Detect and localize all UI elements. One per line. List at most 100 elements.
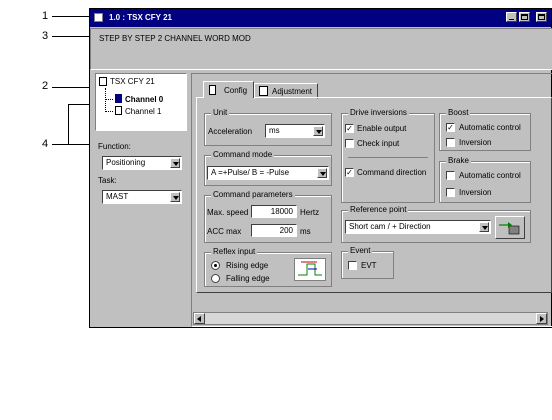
adjustment-icon (259, 86, 268, 96)
task-value: MAST (106, 192, 129, 201)
command-direction-checkbox[interactable]: ✓ (345, 168, 354, 177)
acceleration-unit-select[interactable]: ms (265, 124, 325, 138)
arrow-left-icon (197, 316, 201, 322)
evt-checkbox[interactable] (348, 261, 357, 270)
scroll-right-button[interactable] (536, 313, 547, 324)
command-mode-group: Command mode A =+Pulse/ B = -Pulse (204, 150, 332, 186)
window-app-icon[interactable] (94, 13, 103, 22)
channel-icon (115, 106, 122, 115)
arrow-right-icon (540, 316, 544, 322)
evt-label: EVT (361, 261, 377, 270)
tree-channel-1[interactable]: Channel 1 (125, 107, 161, 116)
chevron-down-icon[interactable] (170, 192, 180, 202)
check-input-checkbox[interactable] (345, 139, 354, 148)
command-mode-select[interactable]: A =+Pulse/ B = -Pulse (207, 166, 329, 180)
tab-config-label: Config (224, 86, 248, 95)
command-direction-label: Command direction (357, 168, 427, 177)
window-title: 1.0 : TSX CFY 21 (109, 13, 172, 22)
boost-auto-label: Automatic control (459, 123, 521, 132)
callout-line-1 (52, 16, 90, 17)
signal-edge-icon (298, 261, 322, 276)
callout-4: 4 (42, 138, 49, 150)
acceleration-label: Acceleration (208, 127, 253, 136)
callout-1: 1 (42, 10, 49, 22)
module-icon (99, 77, 107, 86)
boost-inversion-label: Inversion (459, 138, 492, 147)
reference-point-title: Reference point (348, 205, 409, 214)
callout-bracket-bottom-4 (68, 144, 90, 145)
task-label: Task: (98, 176, 117, 185)
acc-max-input[interactable]: 200 (251, 224, 297, 237)
window-titlebar[interactable]: 1.0 : TSX CFY 21 (90, 9, 551, 27)
reference-point-select[interactable]: Short cam / + Direction (345, 220, 491, 234)
callout-line-4 (52, 144, 68, 145)
brake-title: Brake (446, 156, 471, 165)
max-speed-unit: Hertz (300, 208, 320, 217)
tree-branch-0 (105, 99, 113, 100)
function-select[interactable]: Positioning (102, 156, 182, 170)
brake-auto-checkbox[interactable] (446, 171, 455, 180)
callout-bracket-top-4 (68, 104, 90, 105)
boost-auto-checkbox[interactable]: ✓ (446, 123, 455, 132)
minimize-button[interactable] (506, 12, 517, 22)
config-icon (209, 85, 216, 95)
callout-line-3 (52, 36, 90, 37)
enable-output-label: Enable output (357, 124, 407, 133)
function-value: Positioning (106, 158, 146, 167)
module-description: STEP BY STEP 2 CHANNEL WORD MOD (99, 34, 251, 43)
reference-point-group: Reference point Short cam / + Direction (341, 205, 531, 243)
horizontal-scrollbar[interactable] (193, 312, 548, 325)
edge-diagram-icon (294, 258, 326, 281)
command-params-group: Command parameters Max. speed 18000 Hert… (204, 190, 332, 243)
tree-branch-1 (105, 111, 113, 112)
rising-edge-radio[interactable] (211, 261, 220, 270)
boost-inversion-checkbox[interactable] (446, 138, 455, 147)
falling-edge-radio[interactable] (211, 274, 220, 283)
brake-inversion-label: Inversion (459, 188, 492, 197)
cam-position-icon (499, 222, 520, 235)
maximize-icon (521, 14, 528, 20)
command-mode-value: A =+Pulse/ B = -Pulse (211, 168, 290, 177)
chevron-down-icon[interactable] (479, 222, 489, 232)
module-tree: TSX CFY 21 Channel 0 Channel 1 (95, 73, 187, 131)
restore-icon (538, 14, 545, 20)
tab-adjustment-label: Adjustment (272, 87, 313, 96)
command-params-title: Command parameters (211, 190, 295, 199)
task-select[interactable]: MAST (102, 190, 182, 204)
tree-channel-0[interactable]: Channel 0 (125, 95, 163, 104)
config-window: 1.0 : TSX CFY 21 STEP BY STEP 2 CHANNEL … (89, 8, 552, 328)
scroll-left-button[interactable] (194, 313, 205, 324)
enable-output-checkbox[interactable]: ✓ (345, 124, 354, 133)
unit-title: Unit (211, 108, 230, 117)
module-description-panel: STEP BY STEP 2 CHANNEL WORD MOD (90, 28, 552, 70)
reference-diagram-icon (495, 216, 525, 239)
drive-inversions-group: Drive inversions ✓ Enable output Check i… (341, 108, 435, 203)
unit-group: Unit Acceleration ms (204, 108, 332, 146)
callout-2: 2 (42, 80, 49, 92)
maximize-button[interactable] (519, 12, 530, 22)
chevron-down-icon[interactable] (317, 168, 327, 178)
reflex-input-group: Reflex input Rising edge Falling edge (204, 247, 332, 287)
chevron-down-icon[interactable] (170, 158, 180, 168)
close-button[interactable] (536, 12, 547, 22)
event-title: Event (348, 246, 373, 255)
brake-auto-label: Automatic control (459, 171, 521, 180)
rising-edge-label: Rising edge (226, 261, 269, 270)
max-speed-input[interactable]: 18000 (251, 205, 297, 218)
callout-3: 3 (42, 30, 49, 42)
tree-connector (105, 88, 106, 112)
tab-config[interactable]: Config (203, 81, 254, 98)
falling-edge-label: Falling edge (226, 274, 270, 283)
acc-max-label: ACC max (207, 227, 242, 236)
max-speed-label: Max. speed (207, 208, 249, 217)
chevron-down-icon[interactable] (313, 126, 323, 136)
callout-bracket-4 (68, 104, 69, 145)
command-mode-title: Command mode (211, 150, 275, 159)
boost-group: Boost ✓ Automatic control Inversion (439, 108, 531, 151)
event-group: Event EVT (341, 246, 394, 279)
brake-inversion-checkbox[interactable] (446, 188, 455, 197)
reference-point-value: Short cam / + Direction (349, 222, 431, 231)
tree-module-label[interactable]: TSX CFY 21 (110, 77, 155, 86)
acceleration-unit-value: ms (269, 126, 280, 135)
divider (348, 157, 428, 158)
